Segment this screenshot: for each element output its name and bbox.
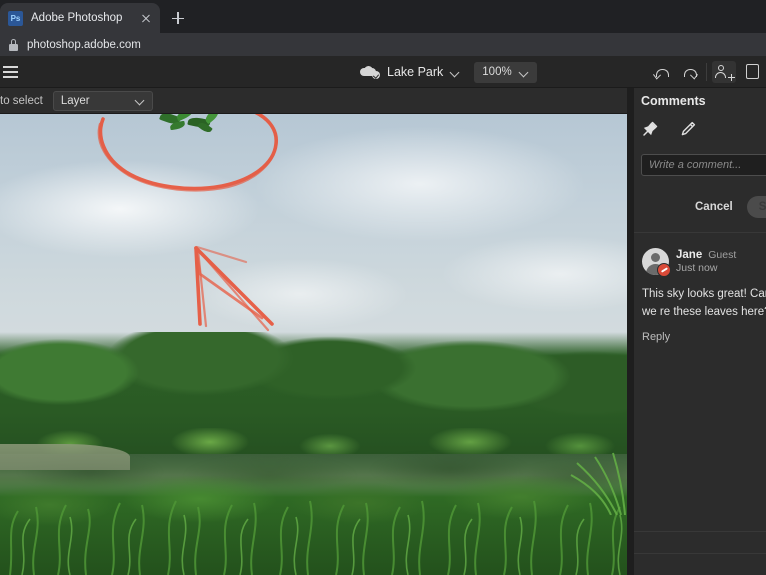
zoom-level-dropdown[interactable]: 100% bbox=[474, 61, 537, 83]
comment-timestamp: Just now bbox=[676, 262, 718, 274]
pin-icon[interactable] bbox=[641, 120, 659, 138]
close-icon[interactable] bbox=[138, 10, 154, 26]
comment-text: This sky looks great! Can we re these le… bbox=[642, 288, 766, 318]
annotation-markup bbox=[97, 114, 278, 332]
tab-title: Adobe Photoshop bbox=[31, 12, 123, 24]
target-select-dropdown[interactable]: Layer bbox=[52, 90, 153, 111]
divider bbox=[634, 531, 766, 532]
comment-actions: Cancel S bbox=[689, 196, 766, 218]
overflow-button[interactable] bbox=[738, 56, 766, 88]
comment-tools bbox=[641, 120, 697, 138]
browser-tab-strip: Ps Adobe Photoshop bbox=[0, 0, 766, 33]
browser-url-bar[interactable]: photoshop.adobe.com bbox=[0, 33, 766, 56]
panel-title: Comments bbox=[641, 94, 706, 108]
url-text: photoshop.adobe.com bbox=[27, 38, 141, 51]
redo-icon bbox=[682, 66, 697, 79]
options-hint-text: to select bbox=[0, 94, 43, 107]
comment-input-wrap bbox=[641, 154, 766, 176]
photoshop-top-bar: Lake Park 100% bbox=[0, 56, 766, 88]
photoshop-favicon: Ps bbox=[8, 10, 23, 26]
comments-panel: Comments Write a comment... Cancel S Jan… bbox=[633, 88, 766, 575]
cancel-button[interactable]: Cancel bbox=[689, 197, 739, 217]
pen-marker-icon[interactable] bbox=[679, 120, 697, 138]
redo-button[interactable] bbox=[675, 56, 703, 88]
browser-tab[interactable]: Ps Adobe Photoshop bbox=[0, 3, 160, 33]
avatar bbox=[642, 248, 671, 277]
chevron-down-icon bbox=[136, 96, 145, 105]
comment-thread-item[interactable]: Jane Guest Just now This sky looks great… bbox=[642, 248, 766, 343]
new-tab-icon[interactable] bbox=[168, 8, 188, 28]
top-bar-actions bbox=[647, 56, 766, 88]
comment-author-role: Guest bbox=[708, 249, 737, 261]
zoom-level-value: 100% bbox=[482, 66, 512, 78]
lock-icon bbox=[8, 39, 19, 51]
share-button[interactable] bbox=[710, 56, 738, 88]
chevron-down-icon bbox=[520, 68, 529, 77]
hamburger-icon[interactable] bbox=[2, 65, 19, 79]
chevron-down-icon[interactable] bbox=[450, 68, 459, 77]
target-select-value: Layer bbox=[60, 94, 90, 107]
divider bbox=[634, 553, 766, 554]
document-title-group: Lake Park 100% bbox=[360, 56, 537, 88]
divider bbox=[634, 232, 766, 233]
document-title: Lake Park bbox=[387, 65, 444, 79]
submit-button[interactable]: S bbox=[746, 196, 766, 218]
marker-badge-icon bbox=[657, 263, 671, 277]
undo-button[interactable] bbox=[647, 56, 675, 88]
comment-header: Jane Guest Just now bbox=[642, 248, 766, 277]
comment-meta: Jane Guest Just now bbox=[676, 248, 736, 274]
undo-icon bbox=[654, 66, 669, 79]
image-canvas[interactable] bbox=[0, 114, 627, 575]
panel-toggle-icon bbox=[744, 61, 760, 83]
comment-author: Jane bbox=[676, 249, 703, 261]
tool-options-bar: to select Layer bbox=[0, 88, 627, 114]
divider bbox=[706, 63, 707, 81]
add-collaborator-icon bbox=[712, 61, 736, 83]
cloud-saved-icon bbox=[360, 65, 380, 79]
reply-link[interactable]: Reply bbox=[642, 331, 766, 343]
app-root: Ps Adobe Photoshop photoshop.adobe.com L… bbox=[0, 0, 766, 575]
comment-input[interactable] bbox=[641, 154, 766, 176]
